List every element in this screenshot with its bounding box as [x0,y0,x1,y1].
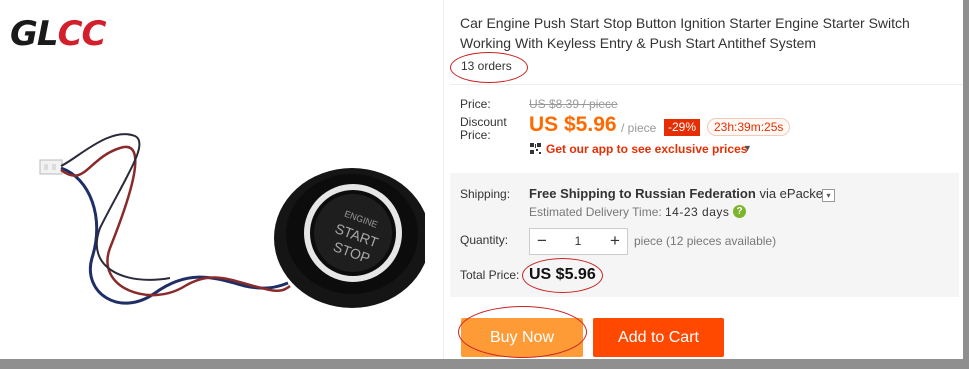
original-price: US $8.39 / piece [529,97,618,111]
orders-annotation [450,52,528,83]
total-price-label: Total Price: [460,268,520,282]
discount-price-label: Discount Price: [460,115,507,142]
app-promo-link[interactable]: Get our app to see exclusive prices [546,142,747,156]
quantity-minus-button[interactable]: − [530,229,554,254]
countdown-timer: 23h:39m:25s [707,118,791,136]
stock-availability: piece (12 pieces available) [634,234,777,248]
section-divider [450,84,963,85]
shipping-label: Shipping: [460,187,511,201]
shipping-method[interactable]: Free Shipping to Russian Federation via … [529,186,827,201]
price-unit: / piece [621,121,657,135]
shipping-dropdown-icon[interactable]: ▾ [822,189,835,202]
delivery-days: 14-23 days [665,205,730,219]
column-divider [443,0,444,359]
chevron-down-icon[interactable]: ▼ [743,143,752,153]
quantity-input[interactable]: 1 [555,229,601,254]
product-page: GLCC ENGINE START STOP Car Engine Push S… [0,0,963,359]
total-annotation [522,258,603,293]
product-image[interactable]: ENGINE START STOP [30,118,425,333]
buy-now-annotation [458,306,587,358]
discount-price: US $5.96 [529,113,617,136]
quantity-plus-button[interactable]: + [603,229,627,254]
product-title: Car Engine Push Start Stop Button Igniti… [460,15,910,51]
quantity-stepper: − 1 + [529,228,628,255]
store-logo[interactable]: GLCC [10,14,106,54]
discount-badge: -29% [664,119,701,136]
add-to-cart-button[interactable]: Add to Cart [593,318,724,357]
qr-code-icon [530,143,541,154]
help-icon[interactable]: ? [733,205,746,218]
quantity-label: Quantity: [460,233,509,247]
price-label: Price: [460,97,491,111]
delivery-estimate-label: Estimated Delivery Time: [529,205,662,219]
